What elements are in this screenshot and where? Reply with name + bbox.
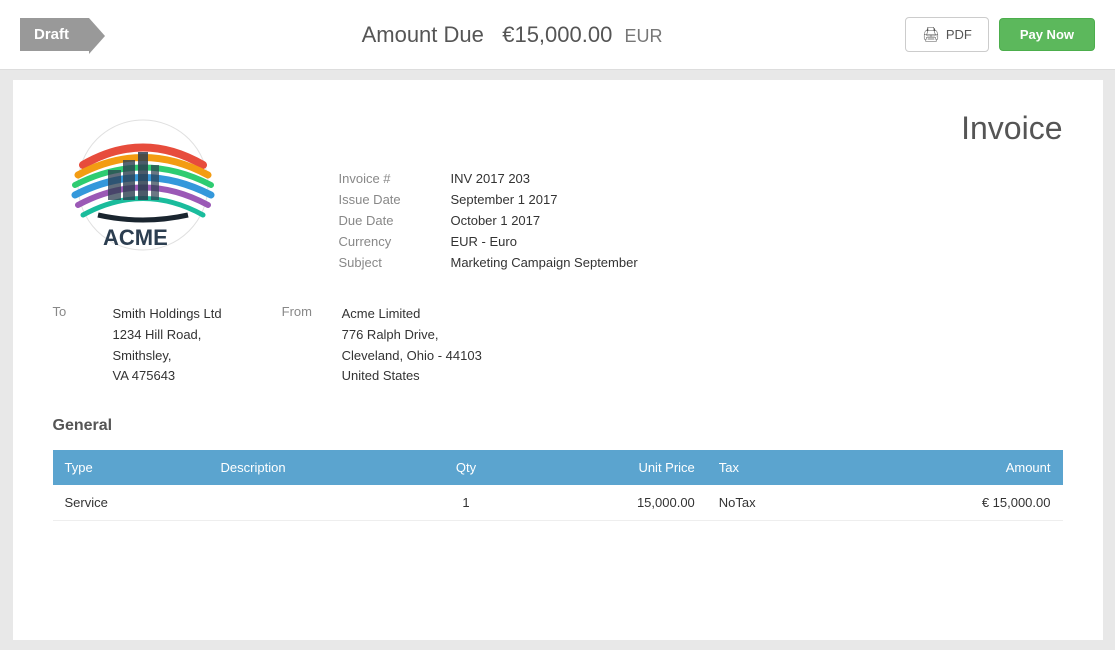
invoice-number-row: Invoice # INV 2017 203 (335, 169, 1061, 188)
invoice-number-value: INV 2017 203 (447, 169, 1061, 188)
invoice-number-label: Invoice # (335, 169, 445, 188)
cell-description (209, 485, 415, 521)
amount-value: €15,000.00 (502, 22, 612, 47)
subject-label: Subject (335, 253, 445, 272)
pdf-button[interactable]: 🖨 PDF (905, 17, 989, 52)
general-section: General Type Description Qty Unit Price … (53, 417, 1063, 521)
pay-now-button[interactable]: Pay Now (999, 18, 1095, 51)
to-address-content: Smith Holdings Ltd 1234 Hill Road, Smith… (113, 304, 222, 387)
logo-area: ACME (53, 110, 333, 263)
top-bar-actions: 🖨 PDF Pay Now (905, 17, 1095, 52)
issue-date-label: Issue Date (335, 190, 445, 209)
from-address-content: Acme Limited 776 Ralph Drive, Cleveland,… (342, 304, 482, 387)
col-unit-price: Unit Price (517, 450, 707, 485)
to-address-block: To Smith Holdings Ltd 1234 Hill Road, Sm… (53, 304, 222, 387)
col-qty: Qty (415, 450, 517, 485)
from-address-line2: Cleveland, Ohio - 44103 (342, 346, 482, 367)
cell-tax: NoTax (707, 485, 848, 521)
currency-label: Currency (335, 232, 445, 251)
from-address-line3: United States (342, 366, 482, 387)
due-date-label: Due Date (335, 211, 445, 230)
pdf-icon: 🖨 (922, 26, 940, 43)
top-bar: Draft Amount Due €15,000.00 EUR 🖨 PDF Pa… (0, 0, 1115, 70)
col-type: Type (53, 450, 209, 485)
amount-due-label: Amount Due (362, 22, 484, 47)
to-address-line1: 1234 Hill Road, (113, 325, 222, 346)
currency-code: EUR (624, 26, 662, 46)
table-row: Service 1 15,000.00 NoTax € 15,000.00 (53, 485, 1063, 521)
from-name: Acme Limited (342, 304, 482, 325)
to-address-line3: VA 475643 (113, 366, 222, 387)
invoice-table: Type Description Qty Unit Price Tax Amou… (53, 450, 1063, 521)
invoice-title: Invoice (333, 110, 1063, 147)
issue-date-row: Issue Date September 1 2017 (335, 190, 1061, 209)
to-address-line2: Smithsley, (113, 346, 222, 367)
from-address-line1: 776 Ralph Drive, (342, 325, 482, 346)
subject-value: Marketing Campaign September (447, 253, 1061, 272)
acme-logo: ACME (53, 110, 233, 260)
invoice-title-area: Invoice Invoice # INV 2017 203 Issue Dat… (333, 110, 1063, 274)
col-amount: Amount (848, 450, 1063, 485)
cell-type: Service (53, 485, 209, 521)
invoice-details-table: Invoice # INV 2017 203 Issue Date Septem… (333, 167, 1063, 274)
cell-unit-price: 15,000.00 (517, 485, 707, 521)
table-header-row: Type Description Qty Unit Price Tax Amou… (53, 450, 1063, 485)
from-label: From (282, 304, 322, 387)
to-name: Smith Holdings Ltd (113, 304, 222, 325)
svg-text:ACME: ACME (103, 225, 168, 250)
subject-row: Subject Marketing Campaign September (335, 253, 1061, 272)
cell-qty: 1 (415, 485, 517, 521)
due-date-value: October 1 2017 (447, 211, 1061, 230)
address-section: To Smith Holdings Ltd 1234 Hill Road, Sm… (53, 304, 1063, 387)
from-address-block: From Acme Limited 776 Ralph Drive, Cleve… (282, 304, 482, 387)
col-description: Description (209, 450, 415, 485)
draft-badge: Draft (20, 18, 89, 51)
invoice-table-body: Service 1 15,000.00 NoTax € 15,000.00 (53, 485, 1063, 521)
address-spacer (482, 304, 1063, 387)
to-label: To (53, 304, 93, 387)
amount-due-section: Amount Due €15,000.00 EUR (119, 22, 905, 48)
invoice-table-header: Type Description Qty Unit Price Tax Amou… (53, 450, 1063, 485)
col-tax: Tax (707, 450, 848, 485)
invoice-document: ACME Invoice Invoice # INV 2017 203 Issu… (13, 80, 1103, 640)
general-section-title: General (53, 417, 1063, 440)
issue-date-value: September 1 2017 (447, 190, 1061, 209)
invoice-header: ACME Invoice Invoice # INV 2017 203 Issu… (53, 110, 1063, 274)
currency-value: EUR - Euro (447, 232, 1061, 251)
due-date-row: Due Date October 1 2017 (335, 211, 1061, 230)
currency-row: Currency EUR - Euro (335, 232, 1061, 251)
cell-amount: € 15,000.00 (848, 485, 1063, 521)
